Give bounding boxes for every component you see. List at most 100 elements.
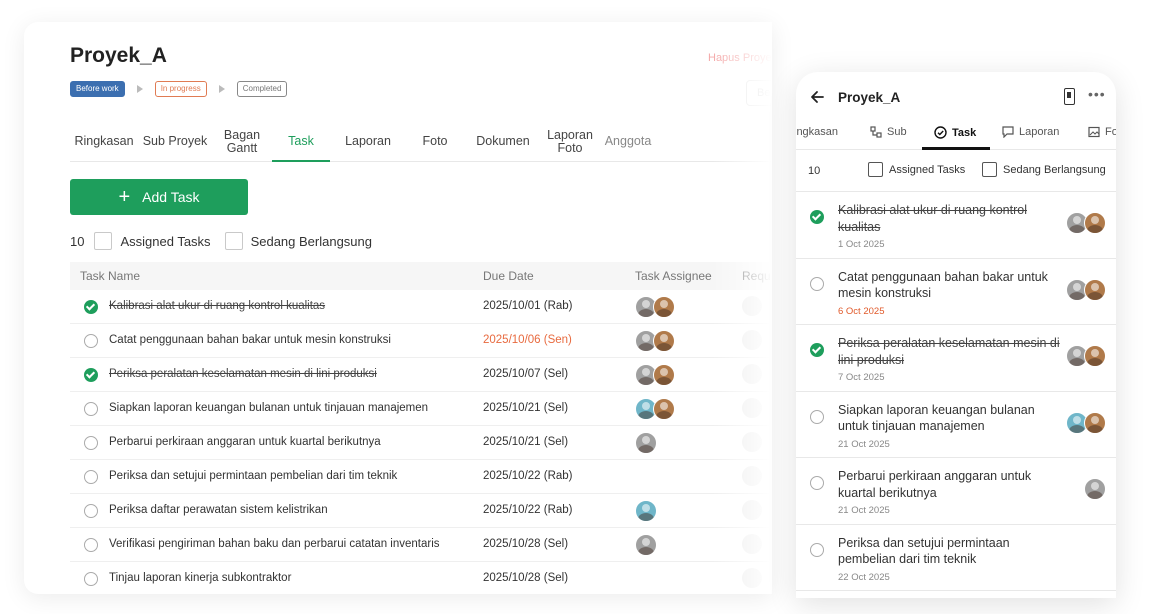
avatar bbox=[1084, 411, 1106, 434]
tab-dokumen[interactable]: Dokumen bbox=[464, 122, 542, 161]
assignee-avatars bbox=[1066, 212, 1106, 234]
task-name[interactable]: Periksa dan setujui permintaan pembelian… bbox=[838, 535, 1066, 568]
task-name[interactable]: Periksa dan setujui permintaan pembelian… bbox=[109, 470, 397, 482]
task-name[interactable]: Kalibrasi alat ukur di ruang kontrol kua… bbox=[109, 300, 325, 312]
task-name[interactable]: Periksa daftar perawatan sistem kelistri… bbox=[109, 504, 328, 516]
circle-icon[interactable] bbox=[84, 504, 98, 518]
mobile-ongoing-filter[interactable]: Sedang Berlangsung bbox=[982, 162, 1106, 177]
task-name[interactable]: Perbarui perkiraan anggaran untuk kuarta… bbox=[109, 436, 381, 448]
task-name[interactable]: Kalibrasi alat ukur di ruang kontrol kua… bbox=[838, 202, 1066, 235]
more-icon[interactable]: ••• bbox=[1088, 86, 1106, 102]
due-date: 6 Oct 2025 bbox=[838, 305, 885, 317]
add-task-button[interactable]: + Add Task bbox=[70, 179, 248, 215]
table-row[interactable]: Catat penggunaan bahan bakar untuk mesin… bbox=[70, 324, 772, 358]
check-circle-icon[interactable] bbox=[84, 300, 98, 314]
image-icon bbox=[1088, 126, 1100, 138]
circle-icon[interactable] bbox=[84, 538, 98, 552]
table-header: Task Name Due Date Task Assignee Requ bbox=[70, 262, 772, 290]
list-item[interactable]: Kalibrasi alat ukur di ruang kontrol kua… bbox=[796, 192, 1116, 259]
table-row[interactable]: Kalibrasi alat ukur di ruang kontrol kua… bbox=[70, 290, 772, 324]
check-circle-icon[interactable] bbox=[810, 210, 824, 224]
list-item[interactable]: Catat penggunaan bahan bakar untuk mesin… bbox=[796, 259, 1116, 325]
stage-dropdown[interactable]: Be bbox=[746, 80, 772, 106]
assigned-tasks-checkbox[interactable] bbox=[94, 232, 113, 250]
task-name[interactable]: Catat penggunaan bahan bakar untuk mesin… bbox=[109, 334, 391, 346]
tab-laporan-foto[interactable]: Laporan Foto bbox=[542, 122, 598, 161]
table-row[interactable]: Siapkan laporan keuangan bulanan untuk t… bbox=[70, 392, 772, 426]
circle-icon[interactable] bbox=[810, 409, 824, 424]
task-name[interactable]: Siapkan laporan keuangan bulanan untuk t… bbox=[109, 402, 428, 414]
mobile-tab-label: Sub bbox=[887, 126, 907, 138]
table-row[interactable]: Periksa peralatan keselamatan mesin di l… bbox=[70, 358, 772, 392]
ongoing-checkbox[interactable] bbox=[224, 232, 243, 250]
circle-icon[interactable] bbox=[84, 334, 98, 348]
due-date: 2025/10/21 (Sel) bbox=[483, 436, 569, 448]
column-task-assignee[interactable]: Task Assignee bbox=[635, 269, 712, 283]
task-name[interactable]: Catat penggunaan bahan bakar untuk mesin… bbox=[838, 269, 1066, 302]
ongoing-label: Sedang Berlangsung bbox=[250, 233, 372, 249]
mobile-header: Proyek_A ••• bbox=[796, 72, 1116, 122]
assignee-avatars bbox=[635, 330, 675, 352]
column-requester[interactable]: Requ bbox=[742, 269, 771, 283]
assigned-tasks-checkbox[interactable] bbox=[868, 162, 883, 177]
tab-anggota[interactable]: Anggota bbox=[598, 122, 658, 161]
mobile-tab-sub[interactable]: Sub bbox=[870, 126, 907, 138]
check-circle-icon[interactable] bbox=[84, 368, 98, 382]
delete-project-link[interactable]: Hapus Proyek bbox=[708, 52, 772, 64]
chevron-right-icon bbox=[218, 85, 225, 93]
mobile-tab-summary[interactable]: ingkasan bbox=[796, 126, 838, 138]
table-row[interactable]: Periksa daftar perawatan sistem kelistri… bbox=[70, 494, 772, 528]
ongoing-checkbox[interactable] bbox=[982, 162, 997, 177]
tab-bagan-gantt[interactable]: Bagan Gantt bbox=[212, 122, 272, 161]
stage-before-work[interactable]: Before work bbox=[70, 81, 125, 97]
task-name[interactable]: Periksa peralatan keselamatan mesin di l… bbox=[109, 368, 377, 380]
circle-icon[interactable] bbox=[84, 436, 98, 450]
avatar bbox=[742, 330, 762, 350]
check-circle-icon[interactable] bbox=[810, 343, 824, 357]
table-row[interactable]: Periksa dan setujui permintaan pembelian… bbox=[70, 460, 772, 494]
due-date: 2025/10/06 (Sen) bbox=[483, 334, 572, 346]
task-name[interactable]: Periksa peralatan keselamatan mesin di l… bbox=[838, 335, 1066, 368]
tab-foto[interactable]: Foto bbox=[406, 122, 464, 161]
tab-task[interactable]: Task bbox=[272, 122, 330, 162]
task-name[interactable]: Tinjau laporan kinerja subkontraktor bbox=[109, 572, 291, 584]
stage-in-progress[interactable]: In progress bbox=[154, 81, 207, 97]
column-due-date[interactable]: Due Date bbox=[483, 269, 534, 283]
mobile-device-icon[interactable] bbox=[1064, 88, 1075, 105]
circle-icon[interactable] bbox=[810, 276, 824, 291]
back-arrow-icon[interactable] bbox=[810, 90, 824, 104]
tab-ringkasan[interactable]: Ringkasan bbox=[70, 122, 138, 161]
mobile-tab-report[interactable]: Laporan bbox=[1002, 126, 1059, 138]
list-item[interactable]: Periksa dan setujui permintaan pembelian… bbox=[796, 525, 1116, 591]
check-circle-icon bbox=[934, 126, 947, 139]
avatar bbox=[742, 296, 762, 316]
table-row[interactable]: Verifikasi pengiriman bahan baku dan per… bbox=[70, 528, 772, 562]
tab-sub-proyek[interactable]: Sub Proyek bbox=[138, 122, 212, 161]
task-name[interactable]: Verifikasi pengiriman bahan baku dan per… bbox=[109, 538, 440, 550]
assignee-avatars bbox=[635, 534, 657, 556]
subproject-icon bbox=[870, 126, 882, 138]
mobile-tab-photo[interactable]: Fo bbox=[1088, 126, 1116, 138]
mobile-title: Proyek_A bbox=[838, 90, 901, 105]
stage-completed[interactable]: Completed bbox=[236, 81, 288, 97]
mobile-assigned-filter[interactable]: Assigned Tasks bbox=[868, 162, 965, 177]
circle-icon[interactable] bbox=[84, 402, 98, 416]
mobile-tab-task[interactable]: Task bbox=[934, 126, 976, 139]
avatar bbox=[1084, 212, 1106, 234]
circle-icon[interactable] bbox=[810, 476, 824, 490]
table-row[interactable]: Tinjau laporan kinerja subkontraktor 2025… bbox=[70, 562, 772, 594]
table-row[interactable]: Perbarui perkiraan anggaran untuk kuarta… bbox=[70, 426, 772, 460]
avatar bbox=[742, 398, 762, 418]
circle-icon[interactable] bbox=[84, 470, 98, 484]
desktop-project-view: Proyek_A Hapus Proyek Be Before work In … bbox=[24, 22, 772, 594]
list-item[interactable]: Perbarui perkiraan anggaran untuk kuarta… bbox=[796, 458, 1116, 525]
tab-laporan[interactable]: Laporan bbox=[330, 122, 406, 161]
task-table: Kalibrasi alat ukur di ruang kontrol kua… bbox=[70, 290, 772, 594]
circle-icon[interactable] bbox=[84, 572, 98, 586]
task-name[interactable]: Perbarui perkiraan anggaran untuk kuarta… bbox=[838, 468, 1066, 501]
circle-icon[interactable] bbox=[810, 542, 824, 557]
list-item[interactable]: Periksa peralatan keselamatan mesin di l… bbox=[796, 325, 1116, 392]
column-task-name[interactable]: Task Name bbox=[80, 269, 140, 283]
task-name[interactable]: Siapkan laporan keuangan bulanan untuk t… bbox=[838, 402, 1066, 435]
list-item[interactable]: Siapkan laporan keuangan bulanan untuk t… bbox=[796, 392, 1116, 458]
